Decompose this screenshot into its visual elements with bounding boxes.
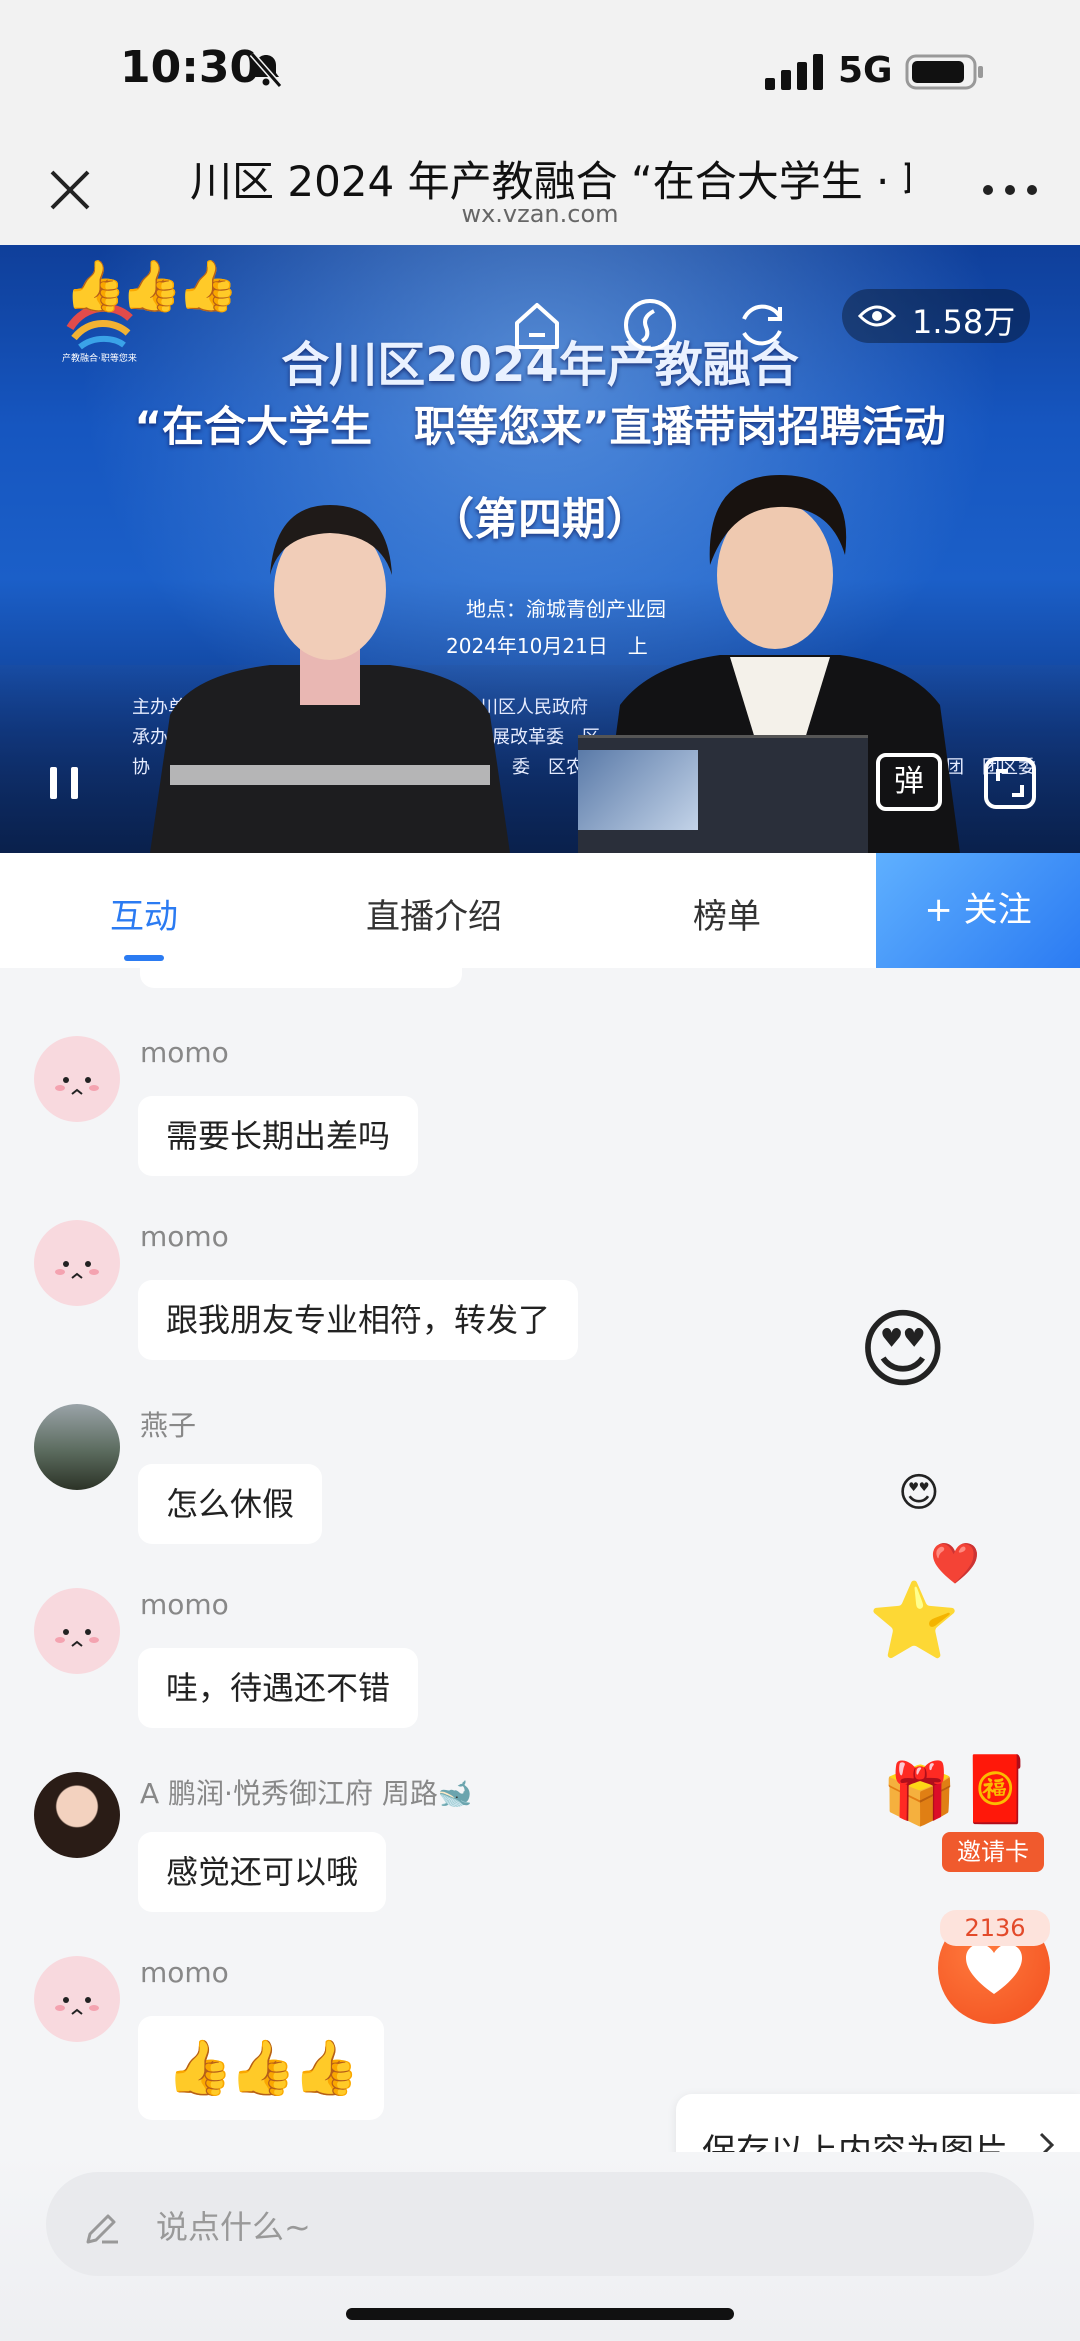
danmaku-toggle[interactable]: 弹 bbox=[876, 753, 942, 811]
avatar-face bbox=[55, 1629, 99, 1647]
fullscreen-icon[interactable] bbox=[980, 753, 1040, 813]
heart-icon bbox=[966, 1944, 1022, 1994]
chat-bubble: 跟我朋友专业相符，转发了 bbox=[138, 1280, 579, 1360]
host-female bbox=[150, 505, 510, 853]
chat-bubble: 需要长期出差吗 bbox=[138, 1096, 419, 1176]
red-envelope-icon[interactable]: 🧧 bbox=[956, 1752, 1036, 1827]
thumbs-overlay: 👍👍👍 bbox=[64, 257, 239, 315]
more-icon[interactable] bbox=[980, 182, 1040, 198]
gift-icon[interactable]: 🎁 bbox=[882, 1758, 957, 1829]
avatar[interactable] bbox=[34, 1404, 120, 1490]
pen-icon bbox=[86, 2214, 118, 2244]
avatar[interactable] bbox=[34, 1588, 120, 1674]
active-tab-indicator bbox=[124, 955, 164, 961]
chat-bubble: 哇，待遇还不错 bbox=[138, 1648, 419, 1728]
avatar-face bbox=[55, 1997, 99, 2015]
floating-emoji: 😍 bbox=[898, 1470, 940, 1516]
eye-icon bbox=[858, 305, 896, 327]
chat-username: momo bbox=[140, 1588, 229, 1621]
view-count-label: 1.58万 bbox=[912, 303, 1016, 341]
input-bar: 说点什么~ bbox=[0, 2152, 1080, 2341]
view-count: 1.58万 bbox=[842, 289, 1030, 343]
status-bar: 10:30 5G bbox=[0, 0, 1080, 130]
chat-bubble: 感觉还可以哦 bbox=[138, 1832, 387, 1912]
follow-button[interactable]: + 关注 bbox=[876, 853, 1080, 968]
tab-bar: 互动 直播介绍 榜单 + 关注 bbox=[0, 853, 1080, 968]
bell-muted-icon bbox=[249, 52, 283, 88]
chat-username: 燕子 bbox=[140, 1409, 197, 1442]
tab-ranking[interactable]: 榜单 bbox=[693, 889, 761, 938]
pause-icon[interactable] bbox=[34, 753, 94, 813]
avatar[interactable] bbox=[34, 1036, 120, 1122]
tab-live-intro[interactable]: 直播介绍 bbox=[366, 889, 502, 938]
chat-username: A 鹏润·悦秀御江府 周路🐋 bbox=[140, 1777, 473, 1810]
live-video-player[interactable]: 产教融合·职等您来 👍👍👍 合川区2024年产教融合 “在合大学生 职等您来”直… bbox=[0, 245, 1080, 853]
signal-icon bbox=[765, 54, 823, 90]
title-bar: 川区 2024 年产教融合 “在合大学生 · 职 wx.vzan.com bbox=[0, 130, 1080, 245]
chat-list[interactable]: momo 需要长期出差吗 momo 跟我朋友专业相符，转发了 燕子 怎么休假 m… bbox=[0, 968, 1080, 2152]
home-icon[interactable] bbox=[505, 293, 569, 357]
avatar[interactable] bbox=[34, 1772, 120, 1858]
chat-bubble: 👍👍👍 bbox=[138, 2016, 384, 2120]
avatar[interactable] bbox=[34, 1220, 120, 1306]
floating-emoji: 😍 bbox=[858, 1300, 948, 1400]
like-count: 2136 bbox=[940, 1910, 1050, 1946]
avatar-face bbox=[55, 1077, 99, 1095]
chat-bubble-partial bbox=[140, 968, 462, 988]
avatar-face bbox=[55, 1261, 99, 1279]
tab-interaction[interactable]: 互动 bbox=[110, 889, 178, 938]
invite-card-button[interactable]: 邀请卡 bbox=[942, 1832, 1044, 1872]
status-time: 10:30 bbox=[120, 42, 261, 93]
battery-icon bbox=[905, 54, 983, 90]
chat-username: momo bbox=[140, 1036, 229, 1069]
chat-username: momo bbox=[140, 1956, 229, 1989]
comment-input[interactable]: 说点什么~ bbox=[46, 2172, 1034, 2276]
floating-star: ⭐ bbox=[868, 1578, 961, 1664]
network-label: 5G bbox=[838, 50, 893, 91]
chat-bubble: 怎么休假 bbox=[138, 1464, 323, 1544]
page-url: wx.vzan.com bbox=[461, 200, 619, 228]
avatar[interactable] bbox=[34, 1956, 120, 2042]
chat-username: momo bbox=[140, 1220, 229, 1253]
refresh-icon[interactable] bbox=[730, 293, 794, 357]
comment-placeholder: 说点什么~ bbox=[156, 2208, 311, 2246]
home-indicator bbox=[346, 2308, 734, 2320]
laptop-screen bbox=[578, 750, 698, 830]
share-icon[interactable] bbox=[618, 293, 682, 357]
